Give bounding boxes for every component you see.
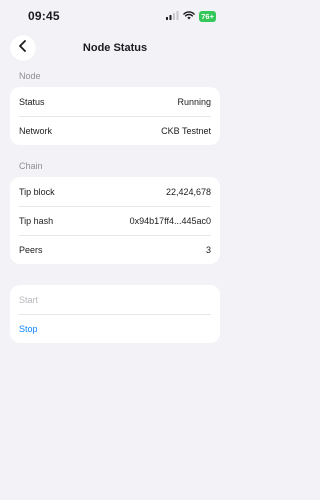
peers-value: 3	[205, 244, 211, 255]
page-title: Node Status	[82, 42, 148, 54]
chain-card: Tip block 22,424,678 Tip hash 0x94b17ff4…	[10, 177, 220, 264]
status-bar: 09:45 76+	[0, 0, 230, 32]
row-label: Peers	[19, 244, 43, 255]
network-value: CKB Testnet	[161, 125, 211, 136]
nav-header: Node Status	[0, 33, 230, 63]
row-tip-hash: Tip hash 0x94b17ff4...445ac0	[10, 206, 220, 235]
chevron-left-icon	[18, 39, 28, 57]
section-label-node: Node	[19, 71, 41, 81]
stop-button[interactable]: Stop	[10, 314, 220, 343]
row-label: Network	[19, 125, 53, 136]
signal-icon	[166, 7, 179, 25]
row-status: Status Running	[10, 87, 220, 116]
status-time: 09:45	[28, 9, 60, 23]
tip-block-value: 22,424,678	[165, 186, 211, 197]
row-network: Network CKB Testnet	[10, 116, 220, 145]
status-value: Running	[177, 96, 211, 107]
stop-label: Stop	[19, 323, 38, 334]
row-label: Tip hash	[19, 215, 54, 226]
status-icons: 76+	[166, 7, 216, 25]
row-label: Status	[19, 96, 45, 107]
node-card: Status Running Network CKB Testnet	[10, 87, 220, 145]
row-tip-block: Tip block 22,424,678	[10, 177, 220, 206]
section-label-chain: Chain	[19, 161, 43, 171]
back-button[interactable]	[10, 35, 36, 61]
actions-card: Start Stop	[10, 285, 220, 343]
tip-hash-value: 0x94b17ff4...445ac0	[129, 215, 211, 226]
row-label: Tip block	[19, 186, 55, 197]
start-button[interactable]: Start	[10, 285, 220, 314]
row-peers: Peers 3	[10, 235, 220, 264]
wifi-icon	[183, 7, 196, 25]
start-label: Start	[19, 294, 39, 305]
battery-icon: 76+	[199, 10, 216, 22]
